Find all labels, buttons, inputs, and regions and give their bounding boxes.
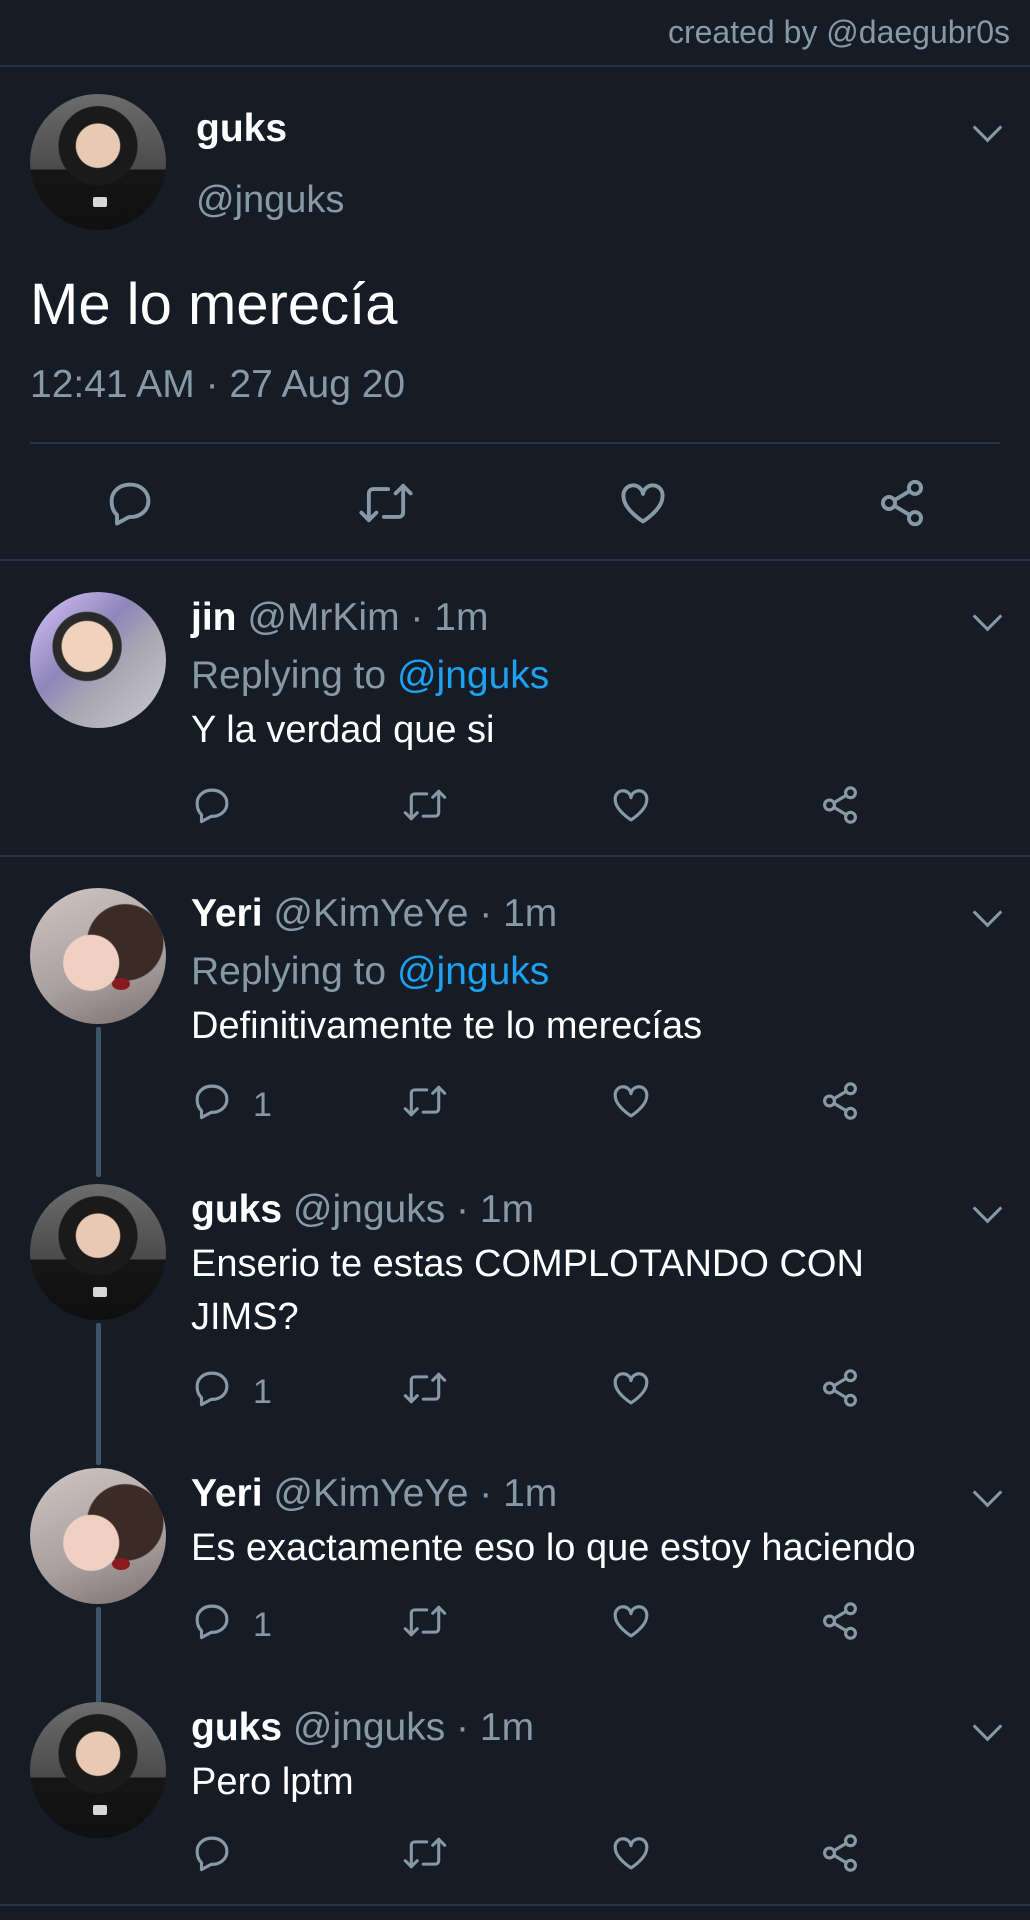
like-icon[interactable] [610, 784, 652, 826]
action-bar [191, 784, 891, 834]
action-bar: 1 [191, 1600, 891, 1650]
reply-text: Pero lptm [191, 1761, 354, 1803]
separator-dot: · [456, 1706, 470, 1749]
avatar[interactable] [30, 592, 166, 728]
author-name[interactable]: guks [191, 1188, 282, 1231]
divider [0, 559, 1030, 561]
reply-tweet[interactable]: guks @jnguks · 1m Pero lptm [0, 1702, 1030, 1892]
reply-tweet[interactable]: Yeri @KimYeYe · 1m Replying to @jnguks D… [0, 888, 1030, 1138]
reply-header: guks @jnguks · 1m [191, 1188, 534, 1232]
reply-icon[interactable] [191, 1832, 233, 1874]
credit-text: created by @daegubr0s [667, 14, 1010, 50]
author-handle[interactable]: @jnguks [196, 179, 344, 222]
like-icon[interactable] [610, 1367, 652, 1409]
retweet-icon[interactable] [401, 1080, 449, 1122]
chevron-down-icon[interactable] [972, 112, 1003, 143]
author-handle[interactable]: @KimYeYe [273, 1472, 468, 1515]
tweet-timestamp: 12:41 AM · 27 Aug 20 [30, 363, 406, 406]
replying-to: Replying to @jnguks [191, 654, 549, 698]
reply-text: Definitivamente te lo merecías [191, 1005, 703, 1047]
avatar[interactable] [30, 1702, 166, 1838]
author-handle[interactable]: @KimYeYe [273, 892, 468, 935]
reply-tweet[interactable]: jin @MrKim · 1m Replying to @jnguks Y la… [0, 592, 1030, 824]
share-icon[interactable] [876, 477, 928, 529]
divider [0, 855, 1030, 857]
action-bar: 1 [191, 1367, 891, 1417]
reply-header: guks @jnguks · 1m [191, 1706, 534, 1750]
reply-time: 1m [434, 596, 489, 639]
retweet-icon[interactable] [356, 477, 416, 529]
reply-time: 1m [479, 1188, 535, 1231]
separator-dot: · [479, 1472, 493, 1515]
author-name[interactable]: jin [191, 596, 237, 639]
avatar[interactable] [30, 1184, 166, 1320]
reply-tweet[interactable]: Yeri @KimYeYe · 1m Es exactamente eso lo… [0, 1468, 1030, 1658]
reply-icon[interactable]: 1 [191, 1367, 272, 1411]
reply-time: 1m [503, 1472, 558, 1515]
author-name[interactable]: guks [196, 107, 287, 151]
mention-link[interactable]: @jnguks [397, 654, 549, 697]
main-tweet: guks @jnguks Me lo merecía 12:41 AM · 27… [0, 67, 1030, 559]
divider [30, 442, 1000, 444]
retweet-icon[interactable] [401, 1600, 449, 1642]
mention-link[interactable]: @jnguks [397, 950, 549, 993]
chevron-down-icon[interactable] [972, 897, 1003, 928]
author-handle[interactable]: @jnguks [293, 1188, 445, 1231]
chevron-down-icon[interactable] [972, 601, 1003, 632]
like-icon[interactable] [610, 1832, 652, 1874]
chevron-down-icon[interactable] [972, 1193, 1003, 1224]
separator-dot: · [479, 892, 493, 935]
like-icon[interactable] [616, 477, 670, 529]
reply-time: 1m [503, 892, 558, 935]
like-icon[interactable] [610, 1600, 652, 1642]
replying-label: Replying to [191, 950, 387, 993]
reply-time: 1m [479, 1706, 535, 1749]
replying-label: Replying to [191, 654, 387, 697]
action-bar [191, 1832, 891, 1882]
like-icon[interactable] [610, 1080, 652, 1122]
chevron-down-icon[interactable] [972, 1711, 1003, 1742]
avatar[interactable] [30, 1468, 166, 1604]
reply-icon[interactable]: 1 [191, 1080, 272, 1124]
action-bar: 1 [191, 1080, 891, 1130]
reply-icon[interactable] [191, 784, 233, 826]
share-icon[interactable] [819, 1832, 861, 1874]
share-icon[interactable] [819, 1367, 861, 1409]
reply-count: 1 [253, 1373, 272, 1411]
avatar[interactable] [30, 94, 166, 230]
tweet-text: Me lo merecía [30, 272, 398, 337]
chevron-down-icon[interactable] [972, 1477, 1003, 1508]
separator-dot: · [456, 1188, 470, 1231]
share-icon[interactable] [819, 1080, 861, 1122]
share-icon[interactable] [819, 1600, 861, 1642]
reply-count: 1 [253, 1086, 272, 1124]
replying-to: Replying to @jnguks [191, 950, 549, 994]
reply-header: Yeri @KimYeYe · 1m [191, 1472, 557, 1516]
author-name[interactable]: guks [191, 1706, 282, 1749]
reply-icon[interactable]: 1 [191, 1600, 272, 1644]
author-handle[interactable]: @MrKim [247, 596, 399, 639]
author-name[interactable]: Yeri [191, 1472, 263, 1515]
reply-text: Y la verdad que si [191, 709, 495, 751]
action-bar [0, 477, 1030, 557]
reply-count: 1 [253, 1606, 272, 1644]
author-handle[interactable]: @jnguks [293, 1706, 445, 1749]
reply-icon[interactable] [104, 477, 156, 529]
reply-tweet[interactable]: guks @jnguks · 1m Enserio te estas COMPL… [0, 1184, 1030, 1424]
avatar[interactable] [30, 888, 166, 1024]
reply-text: Enserio te estas COMPLOTANDO CON JIMS? [191, 1243, 864, 1338]
separator-dot: · [410, 596, 424, 639]
share-icon[interactable] [819, 784, 861, 826]
author-name[interactable]: Yeri [191, 892, 263, 935]
retweet-icon[interactable] [401, 1367, 449, 1409]
retweet-icon[interactable] [401, 784, 449, 826]
reply-header: Yeri @KimYeYe · 1m [191, 892, 557, 936]
retweet-icon[interactable] [401, 1832, 449, 1874]
reply-header: jin @MrKim · 1m [191, 596, 488, 640]
reply-text: Es exactamente eso lo que estoy haciendo [191, 1527, 916, 1569]
divider [0, 1904, 1030, 1906]
